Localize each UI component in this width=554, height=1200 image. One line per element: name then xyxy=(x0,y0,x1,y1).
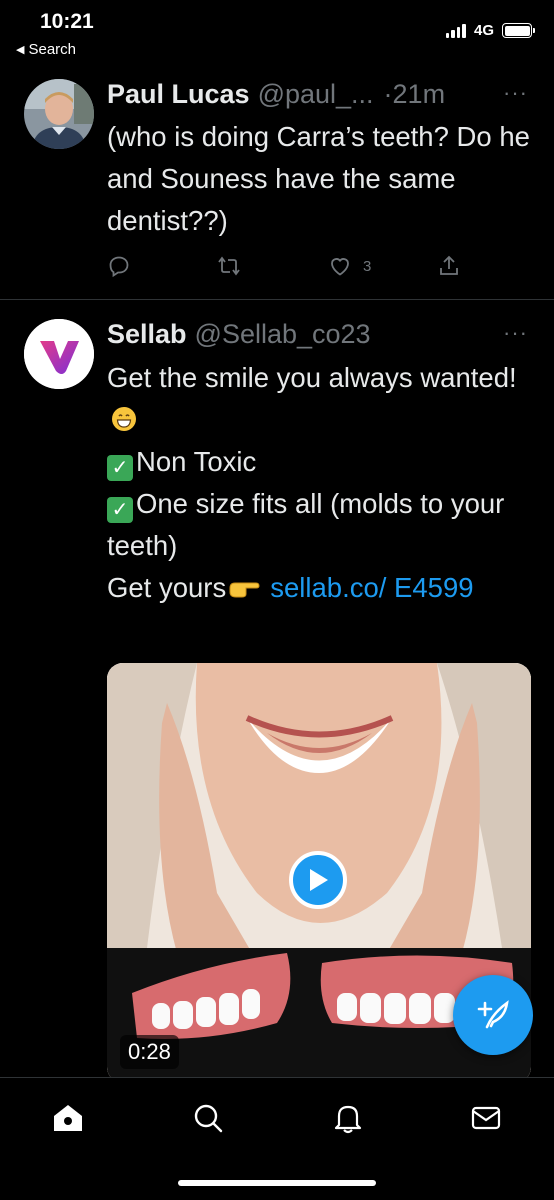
play-icon xyxy=(310,869,328,891)
nav-home[interactable] xyxy=(48,1098,88,1138)
user-handle[interactable]: @Sellab_co23 xyxy=(195,319,371,350)
more-options-button[interactable]: ··· xyxy=(503,80,528,106)
like-count: 3 xyxy=(363,257,372,275)
nav-messages[interactable] xyxy=(466,1098,506,1138)
more-options-button[interactable]: ··· xyxy=(503,320,528,346)
tweet-text: Get the smile you always wanted! ✓ Non To… xyxy=(107,357,537,609)
retweet-button[interactable] xyxy=(215,254,243,278)
play-button[interactable] xyxy=(289,851,347,909)
pointing-hand-emoji-icon xyxy=(229,582,260,598)
user-handle[interactable]: @paul_... xyxy=(258,79,374,110)
mail-icon xyxy=(471,1106,501,1130)
search-icon xyxy=(194,1104,223,1133)
share-icon xyxy=(440,255,458,275)
tweet-bullet: One size fits all (molds to your teeth) xyxy=(107,488,505,561)
tweet-cta: Get yours xyxy=(107,572,227,603)
checkmark-icon: ✓ xyxy=(107,497,133,523)
tweet-paul-lucas[interactable]: Paul Lucas @paul_... ·21m ··· (who is do… xyxy=(0,0,554,300)
display-name[interactable]: Paul Lucas xyxy=(107,79,250,110)
avatar[interactable] xyxy=(24,79,94,149)
compose-tweet-button[interactable] xyxy=(453,975,533,1055)
tweet-bullet: Non Toxic xyxy=(136,446,257,477)
tweet-text-line: Get the smile you always wanted! xyxy=(107,362,517,393)
grinning-face-emoji-icon xyxy=(112,407,136,431)
nav-search[interactable] xyxy=(188,1098,228,1138)
bell-icon xyxy=(334,1105,362,1134)
tweet-timestamp: ·21m xyxy=(383,79,446,109)
retweet-icon xyxy=(218,256,240,276)
heart-icon xyxy=(331,258,349,276)
avatar[interactable] xyxy=(24,319,94,389)
tweet-header: Paul Lucas @paul_... ·21m xyxy=(107,79,445,110)
video-duration: 0:28 xyxy=(120,1035,179,1069)
tweet-text: (who is doing Carra’s teeth? Do he and S… xyxy=(107,121,530,236)
share-button[interactable] xyxy=(437,254,461,278)
checkmark-icon: ✓ xyxy=(107,455,133,481)
tweet-sellab-ad[interactable]: Sellab @Sellab_co23 ··· Get the smile yo… xyxy=(0,300,554,1083)
tweet-header: Sellab @Sellab_co23 xyxy=(107,319,371,350)
reply-button[interactable] xyxy=(107,254,131,278)
like-button[interactable]: 3 xyxy=(327,254,371,278)
ad-link[interactable]: sellab.co/ E4599 xyxy=(270,572,473,603)
reply-icon xyxy=(109,256,129,278)
home-indicator xyxy=(178,1180,376,1186)
display-name[interactable]: Sellab xyxy=(107,319,187,350)
nav-notifications[interactable] xyxy=(328,1098,368,1138)
home-icon xyxy=(54,1105,82,1131)
tweet-actions: 3 xyxy=(107,254,477,284)
compose-tweet-icon xyxy=(477,1000,509,1029)
